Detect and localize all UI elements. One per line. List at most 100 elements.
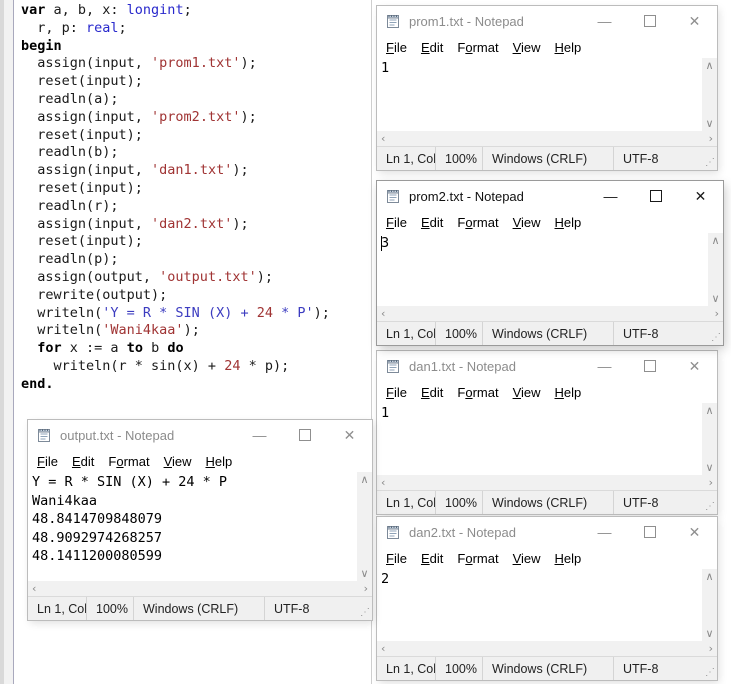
minimize-button[interactable]: — [588, 181, 633, 211]
code-line: assign(input, 'prom2.txt'); [21, 108, 257, 125]
scroll-left-icon[interactable]: ‹ [381, 133, 385, 144]
horizontal-scrollbar[interactable]: ‹ › [377, 131, 717, 146]
vertical-scrollbar[interactable]: ∧ ∨ [357, 472, 372, 581]
title-bar[interactable]: prom1.txt - Notepad — ✕ [377, 6, 717, 36]
scroll-right-icon[interactable]: › [715, 308, 719, 319]
resize-grip[interactable]: ⋰ [699, 657, 717, 680]
scroll-left-icon[interactable]: ‹ [381, 643, 385, 654]
menu-item-view[interactable]: View [506, 40, 548, 55]
resize-grip[interactable]: ⋰ [354, 597, 372, 620]
minimize-button[interactable]: — [237, 420, 282, 450]
maximize-icon [643, 526, 656, 538]
code-line: readln(p); [21, 251, 119, 268]
scroll-up-icon[interactable]: ∧ [705, 569, 713, 584]
menu-item-help[interactable]: Help [548, 385, 589, 400]
resize-grip[interactable]: ⋰ [699, 147, 717, 170]
window-title: dan1.txt - Notepad [409, 358, 516, 374]
code-line: reset(input); [21, 179, 143, 196]
menu-item-edit[interactable]: Edit [414, 551, 450, 566]
close-button[interactable]: ✕ [672, 351, 717, 381]
text-line: 48.8414709848079 [32, 511, 163, 527]
menu-item-file[interactable]: File [379, 385, 414, 400]
horizontal-scrollbar[interactable]: ‹ › [377, 475, 717, 490]
menu-item-file[interactable]: File [379, 215, 414, 230]
minimize-button[interactable]: — [582, 351, 627, 381]
menu-item-help[interactable]: Help [548, 215, 589, 230]
maximize-button[interactable] [627, 6, 672, 36]
scroll-left-icon[interactable]: ‹ [381, 477, 385, 488]
horizontal-scrollbar[interactable]: ‹ › [377, 306, 723, 321]
scroll-right-icon[interactable]: › [709, 133, 713, 144]
horizontal-scrollbar[interactable]: ‹ › [28, 581, 372, 596]
menu-item-view[interactable]: View [506, 385, 548, 400]
scroll-left-icon[interactable]: ‹ [32, 583, 36, 594]
scroll-up-icon[interactable]: ∧ [711, 233, 719, 248]
text-area[interactable]: 1 [377, 403, 702, 475]
menu-item-edit[interactable]: Edit [414, 40, 450, 55]
menu-item-help[interactable]: Help [548, 551, 589, 566]
text-area[interactable]: 2 [377, 569, 702, 641]
menu-item-file[interactable]: File [30, 454, 65, 469]
status-cursor-position: Ln 1, Col [28, 597, 87, 620]
title-bar[interactable]: prom2.txt - Notepad — ✕ [377, 181, 723, 211]
scroll-down-icon[interactable]: ∨ [705, 460, 713, 475]
maximize-button[interactable] [627, 351, 672, 381]
scroll-down-icon[interactable]: ∨ [360, 566, 368, 581]
maximize-button[interactable] [282, 420, 327, 450]
scroll-right-icon[interactable]: › [364, 583, 368, 594]
scroll-up-icon[interactable]: ∧ [705, 403, 713, 418]
code-line: writeln(r * sin(x) + 24 * p); [21, 357, 290, 374]
minimize-button[interactable]: — [582, 517, 627, 547]
text-area[interactable]: 1 [377, 58, 702, 131]
vertical-scrollbar[interactable]: ∧ ∨ [708, 233, 723, 306]
close-button[interactable]: ✕ [678, 181, 723, 211]
menu-item-format[interactable]: Format [450, 215, 505, 230]
menu-item-view[interactable]: View [157, 454, 199, 469]
code-line: reset(input); [21, 126, 143, 143]
horizontal-scrollbar[interactable]: ‹ › [377, 641, 717, 656]
title-bar[interactable]: dan1.txt - Notepad — ✕ [377, 351, 717, 381]
scroll-left-icon[interactable]: ‹ [381, 308, 385, 319]
maximize-button[interactable] [627, 517, 672, 547]
close-button[interactable]: ✕ [327, 420, 372, 450]
menu-item-file[interactable]: File [379, 40, 414, 55]
resize-grip[interactable]: ⋰ [699, 491, 717, 514]
menu-item-edit[interactable]: Edit [414, 215, 450, 230]
title-bar[interactable]: output.txt - Notepad — ✕ [28, 420, 372, 450]
scroll-down-icon[interactable]: ∨ [705, 626, 713, 641]
menu-item-format[interactable]: Format [450, 551, 505, 566]
title-bar[interactable]: dan2.txt - Notepad — ✕ [377, 517, 717, 547]
menu-item-view[interactable]: View [506, 215, 548, 230]
vertical-scrollbar[interactable]: ∧ ∨ [702, 403, 717, 475]
menu-item-help[interactable]: Help [199, 454, 240, 469]
menu-item-format[interactable]: Format [450, 385, 505, 400]
close-button[interactable]: ✕ [672, 6, 717, 36]
scroll-right-icon[interactable]: › [709, 643, 713, 654]
text-area[interactable]: 3 [377, 233, 708, 306]
scroll-up-icon[interactable]: ∧ [360, 472, 368, 487]
scroll-down-icon[interactable]: ∨ [711, 291, 719, 306]
menu-item-edit[interactable]: Edit [414, 385, 450, 400]
notepad-window: prom1.txt - Notepad — ✕ File Edit Format Vi… [377, 6, 717, 170]
minimize-button[interactable]: — [582, 6, 627, 36]
text-area[interactable]: Y = R * SIN (X) + 24 * P Wani4kaa 48.84147… [28, 472, 357, 581]
menu-item-format[interactable]: Format [101, 454, 156, 469]
text-line: 48.9092974268257 [32, 529, 163, 546]
menu-item-file[interactable]: File [379, 551, 414, 566]
code-line: var a, b, x: longint; [21, 2, 192, 18]
resize-grip[interactable]: ⋰ [705, 322, 723, 345]
notepad-window: output.txt - Notepad — ✕ File Edit Format V… [28, 420, 372, 620]
menu-item-view[interactable]: View [506, 551, 548, 566]
status-line-ending: Windows (CRLF) [134, 597, 265, 620]
maximize-icon [643, 15, 656, 27]
maximize-button[interactable] [633, 181, 678, 211]
menu-item-format[interactable]: Format [450, 40, 505, 55]
close-button[interactable]: ✕ [672, 517, 717, 547]
vertical-scrollbar[interactable]: ∧ ∨ [702, 569, 717, 641]
scroll-right-icon[interactable]: › [709, 477, 713, 488]
scroll-down-icon[interactable]: ∨ [705, 116, 713, 131]
menu-item-edit[interactable]: Edit [65, 454, 101, 469]
vertical-scrollbar[interactable]: ∧ ∨ [702, 58, 717, 131]
menu-item-help[interactable]: Help [548, 40, 589, 55]
scroll-up-icon[interactable]: ∧ [705, 58, 713, 73]
